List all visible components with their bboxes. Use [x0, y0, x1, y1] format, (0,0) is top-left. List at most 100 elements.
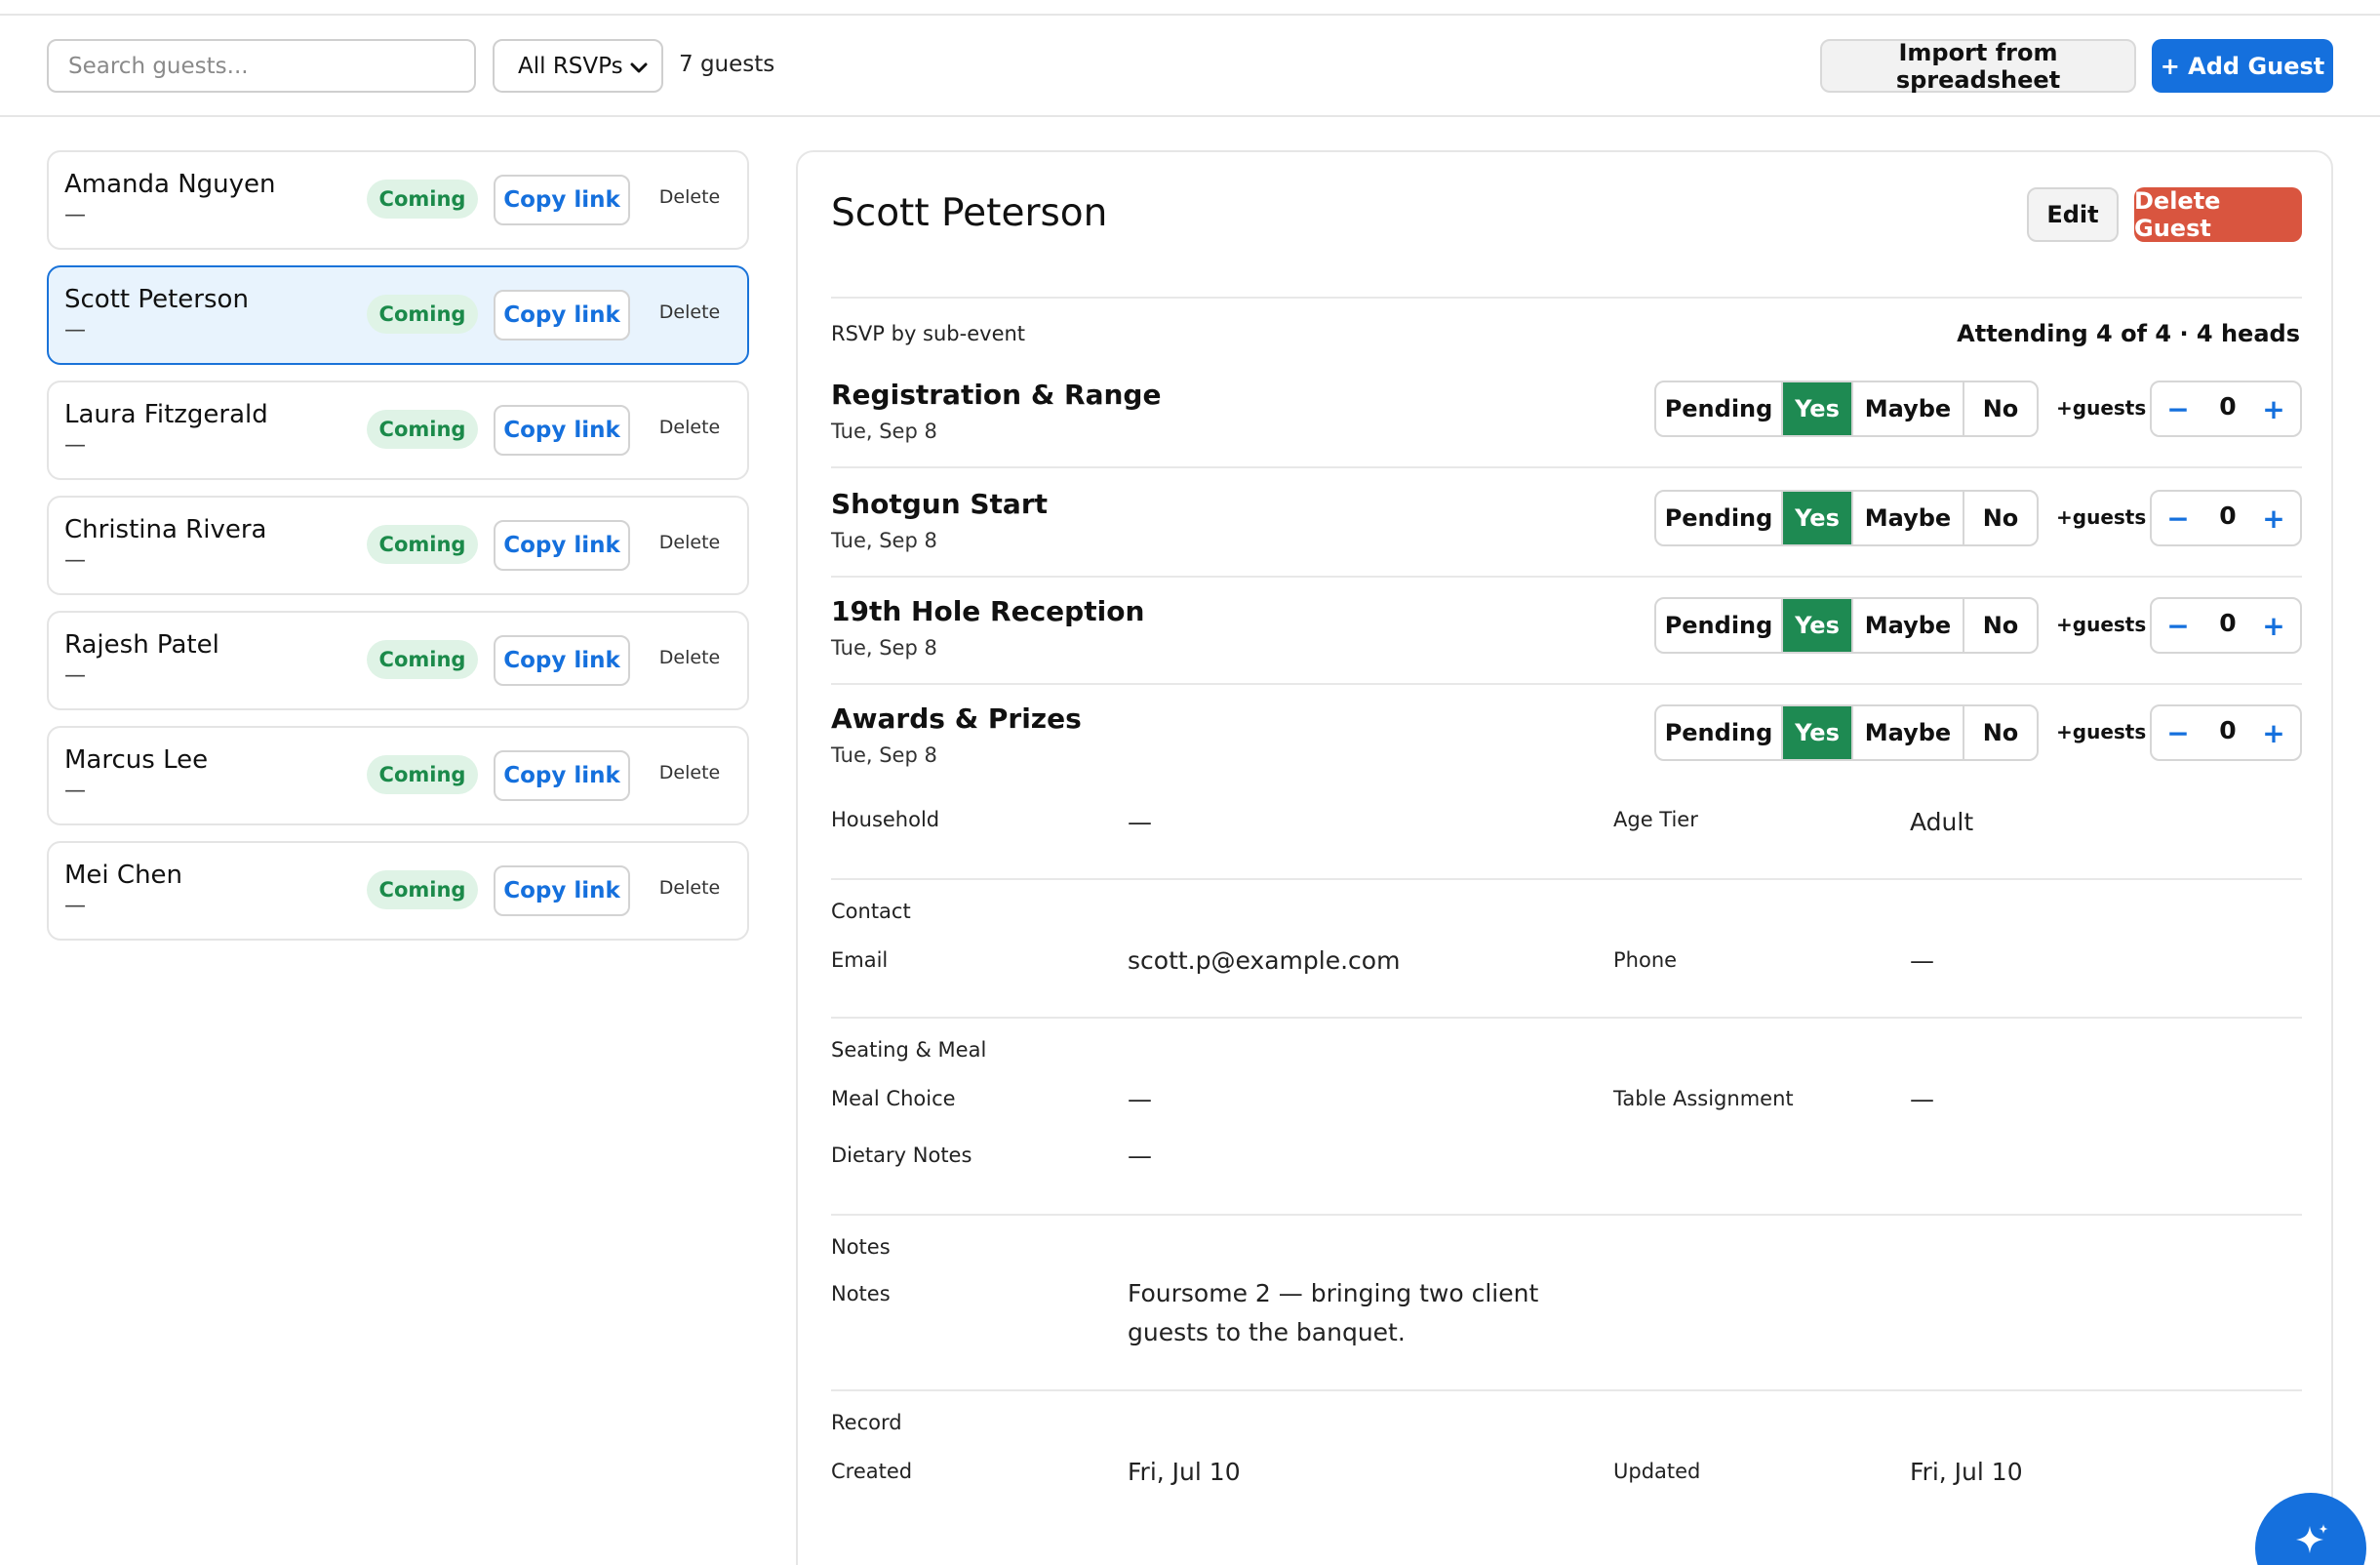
notes-section-heading: Notes: [831, 1235, 891, 1259]
increment-button[interactable]: +: [2257, 607, 2290, 644]
guest-subtitle: —: [64, 318, 86, 342]
import-spreadsheet-button[interactable]: Import from spreadsheet: [1820, 39, 2136, 94]
guest-card[interactable]: Amanda Nguyen — Coming Copy link Delete: [47, 150, 749, 250]
meal-choice-value: —: [1128, 1085, 1152, 1113]
rsvp-segmented-control: Pending Yes Maybe No: [1654, 490, 2039, 546]
increment-button[interactable]: +: [2257, 714, 2290, 751]
copy-link-button[interactable]: Copy link: [494, 635, 630, 686]
copy-link-button[interactable]: Copy link: [494, 405, 630, 456]
created-label: Created: [831, 1460, 913, 1483]
copy-link-button[interactable]: Copy link: [494, 175, 630, 225]
rsvp-pending-option[interactable]: Pending: [1656, 382, 1783, 435]
guest-card[interactable]: Rajesh Patel — Coming Copy link Delete: [47, 611, 749, 710]
add-guest-button[interactable]: + Add Guest: [2152, 39, 2333, 93]
guest-name: Laura Fitzgerald: [64, 400, 268, 429]
sub-event-row: Registration & Range Tue, Sep 8 Pending …: [831, 379, 2302, 457]
delete-guest-link[interactable]: Delete: [646, 532, 734, 553]
decrement-button[interactable]: −: [2162, 714, 2195, 751]
divider: [831, 297, 2302, 299]
delete-guest-link[interactable]: Delete: [646, 877, 734, 899]
edit-button[interactable]: Edit: [2027, 187, 2119, 242]
plus-guests-label: +guests: [2056, 396, 2147, 420]
status-badge: Coming: [367, 870, 478, 909]
divider: [831, 576, 2302, 578]
attending-summary: Attending 4 of 4 · 4 heads: [1957, 320, 2300, 347]
guest-name: Amanda Nguyen: [64, 170, 276, 199]
dietary-notes-label: Dietary Notes: [831, 1144, 972, 1167]
decrement-button[interactable]: −: [2162, 607, 2195, 644]
guest-detail-panel: Scott Peterson Edit Delete Guest RSVP by…: [796, 150, 2333, 1565]
delete-guest-link[interactable]: Delete: [646, 647, 734, 668]
copy-link-button[interactable]: Copy link: [494, 750, 630, 801]
guest-card-selected[interactable]: Scott Peterson — Coming Copy link Delete: [47, 265, 749, 365]
dietary-notes-value: —: [1128, 1142, 1152, 1170]
plus-guests-value: 0: [2219, 716, 2237, 744]
rsvp-segmented-control: Pending Yes Maybe No: [1654, 597, 2039, 654]
increment-button[interactable]: +: [2257, 500, 2290, 537]
delete-guest-link[interactable]: Delete: [646, 417, 734, 438]
rsvp-yes-option[interactable]: Yes: [1783, 382, 1853, 435]
rsvp-yes-option[interactable]: Yes: [1783, 492, 1853, 544]
divider: [831, 878, 2302, 880]
rsvp-maybe-option[interactable]: Maybe: [1853, 492, 1964, 544]
increment-button[interactable]: +: [2257, 390, 2290, 427]
updated-label: Updated: [1613, 1460, 1701, 1483]
rsvp-maybe-option[interactable]: Maybe: [1853, 599, 1964, 652]
phone-value: —: [1910, 946, 1934, 975]
sub-event-name: Shotgun Start: [831, 488, 1049, 520]
plus-guests-value: 0: [2219, 392, 2237, 421]
delete-guest-link[interactable]: Delete: [646, 301, 734, 323]
plus-guests-value: 0: [2219, 609, 2237, 637]
rsvp-maybe-option[interactable]: Maybe: [1853, 706, 1964, 759]
rsvp-pending-option[interactable]: Pending: [1656, 599, 1783, 652]
sub-event-row: Shotgun Start Tue, Sep 8 Pending Yes May…: [831, 488, 2302, 566]
notes-value: Foursome 2 — bringing two client guests …: [1128, 1279, 1539, 1346]
guest-name: Rajesh Patel: [64, 630, 219, 660]
guest-name: Marcus Lee: [64, 745, 209, 775]
rsvp-filter-select[interactable]: All RSVPs: [493, 39, 663, 93]
copy-link-button[interactable]: Copy link: [494, 520, 630, 571]
sub-event-name: Registration & Range: [831, 379, 1162, 411]
guest-subtitle: —: [64, 548, 86, 573]
chevron-down-icon: [630, 62, 648, 73]
plus-guests-value: 0: [2219, 502, 2237, 530]
sub-event-row: 19th Hole Reception Tue, Sep 8 Pending Y…: [831, 595, 2302, 673]
divider: [831, 1214, 2302, 1216]
notes-label: Notes: [831, 1282, 891, 1305]
guest-name: Mei Chen: [64, 861, 183, 890]
rsvp-no-option[interactable]: No: [1964, 599, 2037, 652]
toolbar: All RSVPs 7 guests Import from spreadshe…: [0, 16, 2380, 117]
sub-event-date: Tue, Sep 8: [831, 636, 937, 660]
rsvp-pending-option[interactable]: Pending: [1656, 706, 1783, 759]
rsvp-maybe-option[interactable]: Maybe: [1853, 382, 1964, 435]
rsvp-no-option[interactable]: No: [1964, 492, 2037, 544]
rsvp-pending-option[interactable]: Pending: [1656, 492, 1783, 544]
copy-link-button[interactable]: Copy link: [494, 290, 630, 341]
rsvp-no-option[interactable]: No: [1964, 706, 2037, 759]
decrement-button[interactable]: −: [2162, 500, 2195, 537]
plus-guests-stepper: − 0 +: [2150, 597, 2302, 654]
search-input[interactable]: [47, 39, 476, 93]
guest-card[interactable]: Mei Chen — Coming Copy link Delete: [47, 841, 749, 941]
rsvp-no-option[interactable]: No: [1964, 382, 2037, 435]
copy-link-button[interactable]: Copy link: [494, 865, 630, 916]
delete-guest-button[interactable]: Delete Guest: [2134, 187, 2302, 242]
guest-card[interactable]: Marcus Lee — Coming Copy link Delete: [47, 726, 749, 825]
status-badge: Coming: [367, 410, 478, 449]
decrement-button[interactable]: −: [2162, 390, 2195, 427]
delete-guest-link[interactable]: Delete: [646, 186, 734, 208]
sub-event-name: 19th Hole Reception: [831, 595, 1145, 627]
delete-guest-link[interactable]: Delete: [646, 762, 734, 783]
guest-subtitle: —: [64, 203, 86, 227]
rsvp-yes-option[interactable]: Yes: [1783, 599, 1853, 652]
sub-event-date: Tue, Sep 8: [831, 529, 937, 552]
guest-card[interactable]: Christina Rivera — Coming Copy link Dele…: [47, 496, 749, 595]
guest-subtitle: —: [64, 433, 86, 458]
plus-guests-stepper: − 0 +: [2150, 381, 2302, 437]
rsvp-yes-option[interactable]: Yes: [1783, 706, 1853, 759]
plus-guests-label: +guests: [2056, 720, 2147, 743]
divider: [831, 683, 2302, 685]
updated-value: Fri, Jul 10: [1910, 1458, 2023, 1486]
guest-card[interactable]: Laura Fitzgerald — Coming Copy link Dele…: [47, 381, 749, 480]
guest-name: Scott Peterson: [64, 285, 249, 314]
